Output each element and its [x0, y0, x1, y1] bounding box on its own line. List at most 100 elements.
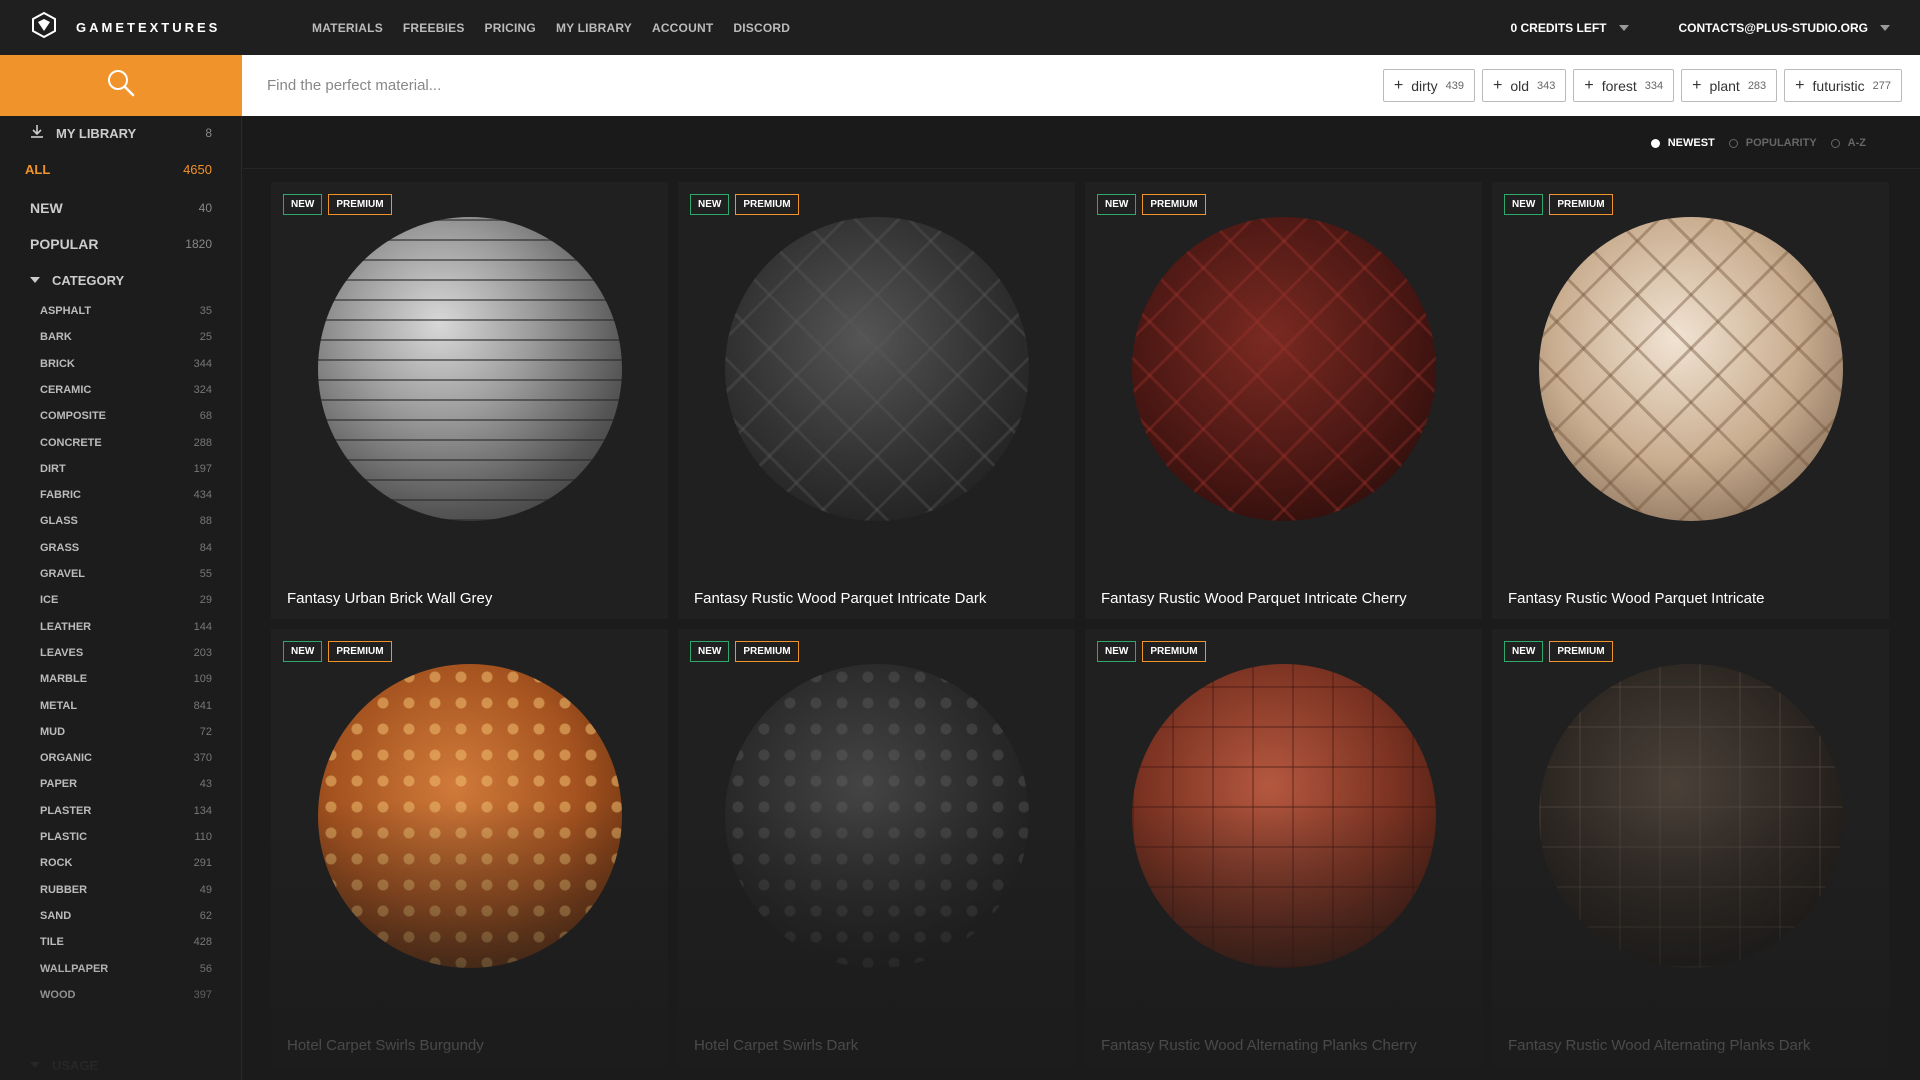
sidebar-item-popular[interactable]: POPULAR 1820 [0, 226, 241, 262]
tag-futuristic[interactable]: + futuristic 277 [1784, 69, 1902, 102]
sort-newest[interactable]: NEWEST [1650, 137, 1715, 149]
tag-plant[interactable]: + plant 283 [1681, 69, 1778, 102]
category-item-grass[interactable]: GRASS 84 [0, 537, 241, 559]
new-badge: NEW [690, 641, 730, 662]
material-title: Fantasy Rustic Wood Parquet Intricate Da… [694, 590, 987, 607]
tag-label: dirty [1411, 77, 1438, 94]
category-item-mud[interactable]: MUD 72 [0, 721, 241, 743]
card-badges: NEW PREMIUM [690, 194, 799, 215]
material-card-alternating-planks-dark[interactable]: NEW PREMIUM Fantasy Rustic Wood Alternatin… [1492, 629, 1889, 1066]
chevron-down-icon [1618, 24, 1629, 31]
account-area: 0 CREDITS LEFT CONTACTS@PLUS-STUDIO.ORG [1511, 0, 1890, 55]
sidebar-item-count: 1820 [185, 237, 212, 251]
material-card-parquet-intricate-dark[interactable]: NEW PREMIUM Fantasy Rustic Wood Parquet In… [678, 182, 1075, 619]
material-preview-sphere [725, 217, 1029, 521]
category-item-ceramic[interactable]: CERAMIC 324 [0, 379, 241, 401]
tag-dirty[interactable]: + dirty 439 [1382, 69, 1475, 102]
material-preview-sphere [1132, 664, 1436, 968]
category-item-metal[interactable]: METAL 841 [0, 695, 241, 717]
tag-label: plant [1709, 77, 1740, 94]
category-item-wood[interactable]: WOOD 397 [0, 984, 241, 1006]
search-input[interactable] [267, 77, 1067, 94]
brand-logo[interactable]: GAMETEXTURES [30, 11, 276, 44]
category-item-dirt[interactable]: DIRT 197 [0, 458, 241, 480]
category-toggle[interactable]: CATEGORY [0, 262, 241, 298]
nav-pricing[interactable]: PRICING [485, 21, 536, 35]
category-item-tile[interactable]: TILE 428 [0, 931, 241, 953]
sidebar-item-my-library[interactable]: MY LIBRARY 8 [0, 118, 241, 148]
material-card-brick-wall-grey[interactable]: NEW PREMIUM Fantasy Urban Brick Wall Grey [271, 182, 668, 619]
category-item-marble[interactable]: MARBLE 109 [0, 668, 241, 690]
category-item-plastic[interactable]: PLASTIC 110 [0, 826, 241, 848]
category-item-fabric[interactable]: FABRIC 434 [0, 484, 241, 506]
category-item-concrete[interactable]: CONCRETE 288 [0, 432, 241, 454]
nav-account[interactable]: ACCOUNT [652, 21, 713, 35]
nav-freebies[interactable]: FREEBIES [403, 21, 465, 35]
category-count: 434 [193, 489, 212, 502]
category-label: FABRIC [40, 489, 81, 502]
material-card-parquet-intricate-cherry[interactable]: NEW PREMIUM Fantasy Rustic Wood Parquet In… [1085, 182, 1482, 619]
category-item-rubber[interactable]: RUBBER 49 [0, 879, 241, 901]
category-item-glass[interactable]: GLASS 88 [0, 510, 241, 532]
category-count: 344 [193, 357, 212, 370]
material-card-alternating-planks-cherry[interactable]: NEW PREMIUM Fantasy Rustic Wood Alternatin… [1085, 629, 1482, 1066]
brand-name: GAMETEXTURES [76, 20, 221, 35]
category-item-wallpaper[interactable]: WALLPAPER 56 [0, 958, 241, 980]
sidebar: MY LIBRARY 8 ALL 4650 NEW 40 POPULAR 182… [0, 116, 242, 1080]
usage-toggle[interactable]: USAGE [0, 1052, 241, 1078]
category-count: 62 [199, 909, 212, 922]
category-item-paper[interactable]: PAPER 43 [0, 773, 241, 795]
sort-popularity[interactable]: POPULARITY [1728, 137, 1817, 149]
credits-dropdown[interactable]: 0 CREDITS LEFT [1511, 21, 1629, 35]
category-label: PLASTER [40, 804, 92, 817]
category-label: LEAVES [40, 646, 84, 659]
category-item-bark[interactable]: BARK 25 [0, 326, 241, 348]
tag-count: 283 [1747, 79, 1767, 92]
sidebar-item-all[interactable]: ALL 4650 [0, 154, 241, 184]
material-card-carpet-swirls-dark[interactable]: NEW PREMIUM Hotel Carpet Swirls Dark [678, 629, 1075, 1066]
category-item-leaves[interactable]: LEAVES 203 [0, 642, 241, 664]
radio-icon [1830, 138, 1840, 148]
sidebar-item-label: ALL [25, 161, 51, 177]
category-item-asphalt[interactable]: ASPHALT 35 [0, 300, 241, 322]
category-item-leather[interactable]: LEATHER 144 [0, 616, 241, 638]
category-item-organic[interactable]: ORGANIC 370 [0, 747, 241, 769]
material-card-carpet-swirls-burgundy[interactable]: NEW PREMIUM Hotel Carpet Swirls Burgundy [271, 629, 668, 1066]
account-dropdown[interactable]: CONTACTS@PLUS-STUDIO.ORG [1679, 21, 1890, 35]
category-count: 144 [193, 620, 212, 633]
category-item-gravel[interactable]: GRAVEL 55 [0, 563, 241, 585]
category-label: GRAVEL [40, 568, 86, 580]
category-count: 109 [193, 673, 212, 686]
radio-selected-icon [1650, 138, 1660, 148]
category-item-brick[interactable]: BRICK 344 [0, 353, 241, 375]
premium-badge: PREMIUM [1549, 194, 1613, 215]
plus-icon: + [1393, 76, 1404, 94]
sidebar-item-label: NEW [30, 200, 63, 216]
category-item-plaster[interactable]: PLASTER 134 [0, 800, 241, 822]
category-item-composite[interactable]: COMPOSITE 68 [0, 405, 241, 427]
category-count: 35 [199, 305, 212, 317]
nav-my-library[interactable]: MY LIBRARY [556, 21, 632, 35]
sort-a-z[interactable]: A-Z [1830, 137, 1866, 149]
material-preview-sphere [1539, 217, 1843, 521]
category-label: DIRT [40, 462, 66, 475]
sidebar-item-new[interactable]: NEW 40 [0, 190, 241, 226]
category-item-sand[interactable]: SAND 62 [0, 905, 241, 927]
tag-old[interactable]: + old 343 [1482, 69, 1567, 102]
nav-discord[interactable]: DISCORD [733, 21, 790, 35]
material-title: Hotel Carpet Swirls Burgundy [287, 1037, 484, 1054]
tag-count: 277 [1872, 79, 1891, 92]
search-button[interactable] [0, 55, 242, 116]
category-count: 203 [193, 646, 212, 659]
nav-materials[interactable]: MATERIALS [312, 21, 383, 35]
card-badges: NEW PREMIUM [1504, 194, 1613, 215]
tag-label: old [1510, 77, 1530, 94]
material-card-parquet-intricate[interactable]: NEW PREMIUM Fantasy Rustic Wood Parquet In… [1492, 182, 1889, 619]
category-label: PLASTIC [40, 831, 88, 843]
category-count: 324 [193, 383, 212, 396]
category-count: 55 [199, 568, 212, 580]
tag-forest[interactable]: + forest 334 [1573, 69, 1675, 102]
category-item-rock[interactable]: ROCK 291 [0, 852, 241, 874]
premium-badge: PREMIUM [328, 641, 392, 662]
category-item-ice[interactable]: ICE 29 [0, 589, 241, 611]
